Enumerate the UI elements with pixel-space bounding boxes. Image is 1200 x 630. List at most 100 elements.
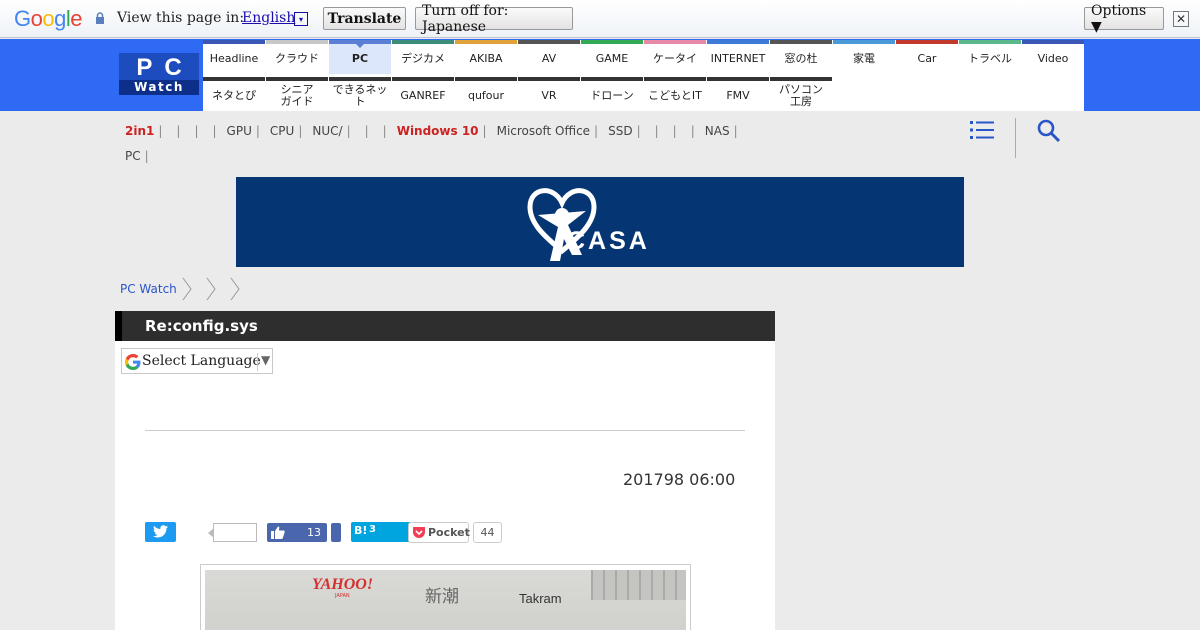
nav-item-row1[interactable]: Car <box>896 40 958 74</box>
tag-separator: | <box>255 124 260 138</box>
nav-item-row2[interactable]: FMV <box>707 77 769 111</box>
nav-item-row1[interactable]: Video <box>1022 40 1084 74</box>
options-button[interactable]: Options ▼ <box>1084 3 1164 35</box>
nav-item-row1[interactable]: GAME <box>581 40 643 74</box>
logo-watch-text: Watch <box>119 80 199 95</box>
tag-separator: | <box>212 124 217 138</box>
turn-off-button[interactable]: Turn off for: Japanese <box>415 3 573 35</box>
select-divider <box>257 353 258 371</box>
nav-item-row1[interactable]: 窓の杜 <box>770 40 832 74</box>
facebook-like-button[interactable]: 13 <box>267 523 327 542</box>
pocket-icon <box>413 527 425 538</box>
tag-separator: | <box>364 124 369 138</box>
casa-ad-banner[interactable]: CASA <box>236 177 964 267</box>
tag-link[interactable]: 2in1 <box>125 119 154 144</box>
article-photo: YAHOO! JAPAN 新潮 Takram <box>205 570 686 630</box>
tag-separator: | <box>382 124 387 138</box>
tag-link[interactable]: PC <box>125 144 141 169</box>
tag-separator: | <box>690 124 695 138</box>
photo-sign-yahoo: YAHOO! <box>312 576 374 593</box>
nav-item-row1[interactable]: Headline <box>203 40 265 74</box>
nav-item-row2[interactable]: GANREF <box>392 77 454 111</box>
tag-link[interactable]: Microsoft Office <box>497 119 590 144</box>
translate-bar: Google View this page in: English ▾ Tran… <box>0 0 1200 38</box>
view-page-in-label: View this page in: <box>117 10 245 26</box>
tag-separator: | <box>298 124 303 138</box>
nav-item-row2[interactable]: ネタとぴ <box>203 77 265 111</box>
twitter-bird-icon <box>153 525 168 538</box>
article-photo-frame[interactable]: YAHOO! JAPAN 新潮 Takram <box>200 564 691 630</box>
nav-item-row1[interactable]: クラウド <box>266 40 328 74</box>
tag-link[interactable]: GPU <box>227 119 252 144</box>
pocket-button[interactable]: Pocket <box>408 522 470 543</box>
nav-item-row1[interactable]: INTERNET <box>707 40 769 74</box>
nav-item-row2[interactable]: パソコン工房 <box>770 77 832 111</box>
header-divider <box>1015 118 1016 158</box>
tag-link[interactable]: CPU <box>270 119 294 144</box>
tag-separator: | <box>346 124 351 138</box>
search-icon[interactable] <box>1036 118 1062 144</box>
nav-item-row1[interactable]: AKIBA <box>455 40 517 74</box>
nav-item-row2[interactable]: ドローン <box>581 77 643 111</box>
tag-separator: | <box>158 124 163 138</box>
chevron-right-icon <box>206 277 216 301</box>
nav-item-row2[interactable]: VR <box>518 77 580 111</box>
tag-link[interactable]: Windows 10 <box>397 119 479 144</box>
article-divider <box>145 430 745 431</box>
lock-icon <box>96 12 104 24</box>
thumbs-up-icon <box>271 526 285 539</box>
tag-link[interactable]: SSD <box>608 119 632 144</box>
nav-item-row1[interactable]: トラベル <box>959 40 1021 74</box>
breadcrumb-home-link[interactable]: PC Watch <box>120 282 177 296</box>
translate-button[interactable]: Translate <box>323 7 406 30</box>
twitter-share-button[interactable] <box>145 522 176 542</box>
article-date: 201798 06:00 <box>623 470 736 489</box>
photo-sign-shincho: 新潮 <box>425 587 459 607</box>
google-g-icon <box>125 354 141 370</box>
nav-item-row1[interactable]: ケータイ <box>644 40 706 74</box>
language-dropdown-arrow[interactable]: ▾ <box>294 12 308 26</box>
tag-separator: | <box>144 149 149 163</box>
pc-watch-logo[interactable]: PC Watch <box>119 53 199 95</box>
google-logo: Google <box>14 6 83 31</box>
photo-sign-takram: Takram <box>519 591 562 606</box>
hatena-count: 3 <box>369 524 376 535</box>
header-accent-bar <box>115 311 122 341</box>
chevron-right-icon <box>230 277 240 301</box>
dropdown-arrow-icon: ▼ <box>261 353 271 367</box>
photo-sign-japan: JAPAN <box>335 593 350 599</box>
tag-separator: | <box>636 124 641 138</box>
nav-item-row1[interactable]: 家電 <box>833 40 895 74</box>
site-nav: Headline クラウド PC デジカメ AKIBA AV GAME ケータイ INTERNE… <box>203 40 1084 111</box>
nav-item-row1[interactable]: PC <box>329 40 391 74</box>
select-language-dropdown[interactable]: Select Language ▼ <box>121 348 273 374</box>
pocket-count: 44 <box>473 522 502 543</box>
menu-icon[interactable] <box>968 118 996 142</box>
article: Re:config.sys Select Language ▼ 201798 0… <box>115 311 775 630</box>
language-link[interactable]: English <box>242 10 295 26</box>
tag-separator: | <box>672 124 677 138</box>
tag-link[interactable]: NAS <box>705 119 730 144</box>
close-icon[interactable]: ✕ <box>1173 11 1189 27</box>
tag-separator: | <box>733 124 738 138</box>
tag-link[interactable]: NUC/ <box>312 119 342 144</box>
nav-item-row2[interactable]: こどもとIT <box>644 77 706 111</box>
nav-item-row2[interactable]: シニアガイド <box>266 77 328 111</box>
breadcrumb: PC Watch <box>120 276 249 302</box>
twitter-count-box <box>208 523 257 542</box>
tag-list: 2in1 | | | | GPU | CPU | NUC/| | | Windows 10 | Micros… <box>125 119 925 169</box>
chevron-right-icon <box>182 277 192 301</box>
tag-separator: | <box>194 124 199 138</box>
article-series-title[interactable]: Re:config.sys <box>145 317 258 335</box>
facebook-share-button[interactable] <box>331 523 341 542</box>
nav-item-row2[interactable]: qufour <box>455 77 517 111</box>
hatena-bookmark-icon: B! <box>354 524 368 537</box>
article-header: Re:config.sys <box>115 311 775 341</box>
tag-separator: | <box>176 124 181 138</box>
nav-item-row1[interactable]: デジカメ <box>392 40 454 74</box>
nav-item-row1[interactable]: AV <box>518 40 580 74</box>
select-language-label: Select Language <box>142 353 261 369</box>
nav-item-row2[interactable]: できるネット <box>329 77 391 111</box>
pocket-label: Pocket <box>428 526 470 539</box>
site-header: PC Watch Headline クラウド PC デジカメ AKIBA AV GAME ケー… <box>0 39 1200 111</box>
